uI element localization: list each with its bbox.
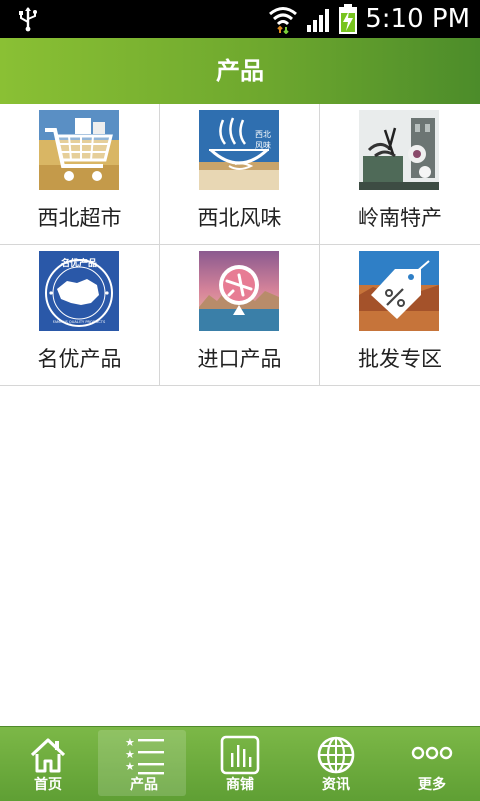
battery-icon — [339, 4, 357, 34]
category-imported-products[interactable]: 进口产品 — [160, 245, 320, 386]
lingnan-specialty-image — [359, 110, 439, 190]
category-lingnan-specialty[interactable]: 岭南特产 — [320, 104, 480, 245]
status-bar: 5:10 PM — [0, 0, 480, 38]
globe-icon — [317, 736, 355, 774]
nav-news[interactable]: 资讯 — [288, 727, 384, 801]
category-northwest-flavor[interactable]: 西北 风味 西北风味 — [160, 104, 320, 245]
usb-icon — [19, 7, 37, 32]
shop-chart-icon — [220, 735, 260, 775]
category-label: 进口产品 — [197, 347, 282, 371]
shopping-cart-image — [39, 110, 119, 190]
list-icon: ★ ★ ★ — [125, 736, 164, 775]
bottom-navigation: 首页 ★ ★ ★ 产品 商铺 资讯 更多 — [0, 726, 480, 801]
category-label: 岭南特产 — [358, 206, 442, 230]
nav-label: 商铺 — [226, 777, 254, 793]
title-bar: 产品 — [0, 38, 480, 105]
flavor-image-text-1: 西北 — [255, 130, 271, 139]
nav-more[interactable]: 更多 — [384, 727, 480, 801]
page-title: 产品 — [216, 57, 264, 85]
category-wholesale[interactable]: 批发专区 — [320, 245, 480, 386]
signal-icon — [307, 9, 329, 32]
category-famous-quality[interactable]: 名优产品 FAMOUS QUALITY PRODUCTS 名优产品 — [0, 245, 160, 386]
wholesale-tag-image — [359, 251, 439, 331]
category-label: 名优产品 — [37, 347, 122, 371]
home-icon — [30, 738, 66, 773]
product-category-grid: 西北超市 西北 风味 西北风味 岭南特产 名优产品 FAMOUS QUALITY… — [0, 104, 480, 386]
category-northwest-supermarket[interactable]: 西北超市 — [0, 104, 160, 245]
nav-label: 更多 — [418, 777, 446, 793]
category-label: 批发专区 — [358, 347, 442, 371]
flavor-image-text-2: 风味 — [255, 140, 271, 150]
nav-shops[interactable]: 商铺 — [192, 727, 288, 801]
famous-quality-product-image: 名优产品 FAMOUS QUALITY PRODUCTS — [39, 251, 119, 331]
northwest-flavor-image: 西北 风味 — [199, 110, 279, 190]
nav-label: 产品 — [130, 777, 158, 793]
svg-text:★: ★ — [125, 760, 135, 773]
category-label: 西北超市 — [37, 206, 122, 230]
famous-image-subtext: FAMOUS QUALITY PRODUCTS — [53, 320, 106, 324]
famous-image-text: 名优产品 — [61, 257, 97, 269]
imported-products-image — [199, 251, 279, 331]
nav-label: 首页 — [34, 777, 62, 793]
nav-products[interactable]: ★ ★ ★ 产品 — [96, 727, 192, 801]
status-clock: 5:10 PM — [365, 4, 470, 34]
more-dots-icon — [411, 746, 453, 760]
nav-label: 资讯 — [322, 777, 350, 793]
wifi-icon — [269, 7, 297, 34]
nav-home[interactable]: 首页 — [0, 727, 96, 801]
category-label: 西北风味 — [197, 206, 282, 230]
